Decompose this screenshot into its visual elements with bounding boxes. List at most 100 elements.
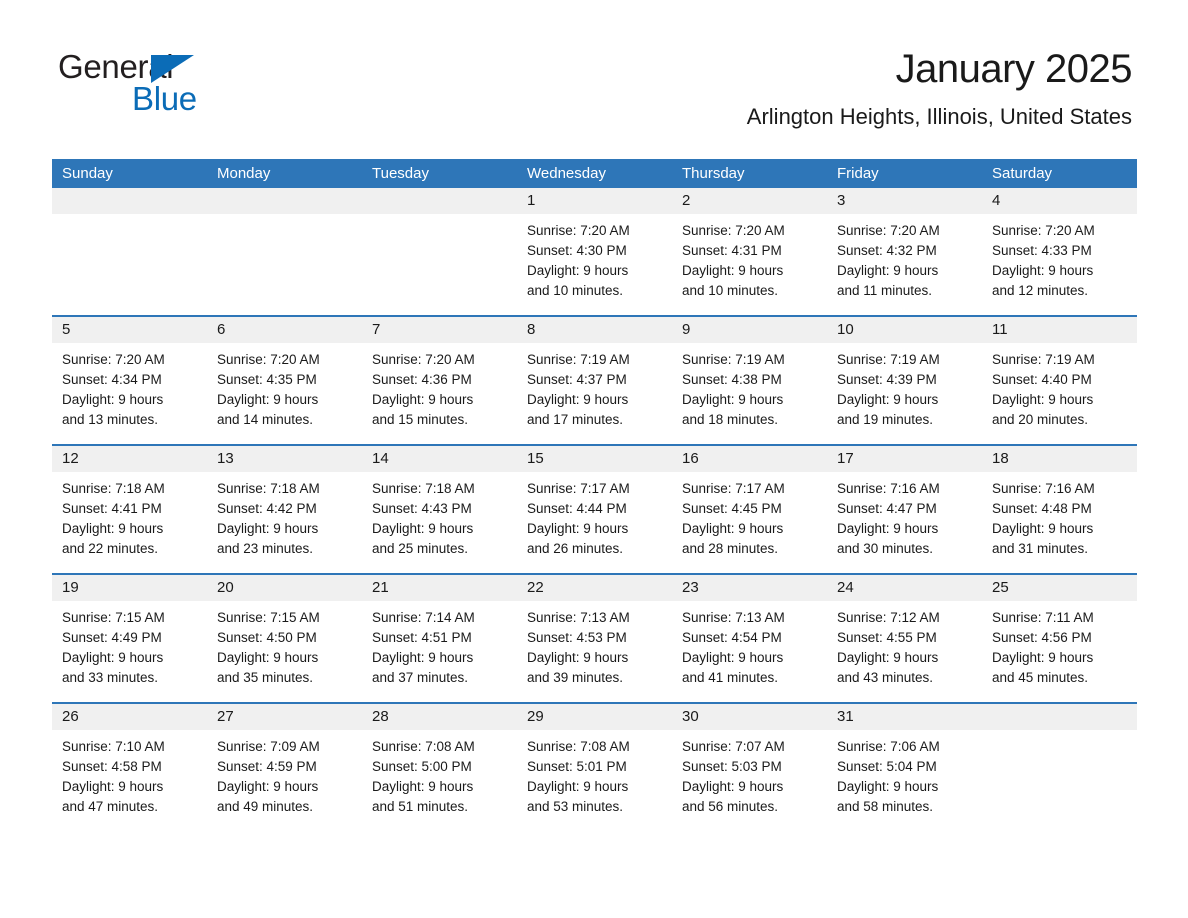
day-number[interactable]: 22 xyxy=(517,575,672,601)
day-cell[interactable]: Sunrise: 7:19 AM Sunset: 4:39 PM Daylight:… xyxy=(827,343,982,444)
day-cell[interactable]: Sunrise: 7:10 AM Sunset: 4:58 PM Daylight:… xyxy=(52,730,207,831)
day-number[interactable]: 24 xyxy=(827,575,982,601)
day-number[interactable]: 31 xyxy=(827,704,982,730)
day-detail-line: Daylight: 9 hours xyxy=(217,521,319,536)
day-number[interactable]: 9 xyxy=(672,317,827,343)
day-cell[interactable]: Sunrise: 7:12 AM Sunset: 4:55 PM Daylight:… xyxy=(827,601,982,702)
day-cell[interactable]: Sunrise: 7:13 AM Sunset: 4:54 PM Daylight:… xyxy=(672,601,827,702)
day-number[interactable]: 15 xyxy=(517,446,672,472)
day-detail-line: Sunset: 4:33 PM xyxy=(992,243,1092,258)
day-number[interactable]: 28 xyxy=(362,704,517,730)
day-detail-line: and 12 minutes. xyxy=(992,283,1089,298)
general-blue-logo[interactable]: General Blue xyxy=(58,50,318,120)
day-cell[interactable]: Sunrise: 7:20 AM Sunset: 4:32 PM Daylight:… xyxy=(827,214,982,315)
day-detail-line: Daylight: 9 hours xyxy=(682,521,784,536)
day-number[interactable]: 6 xyxy=(207,317,362,343)
day-cell[interactable]: Sunrise: 7:18 AM Sunset: 4:43 PM Daylight:… xyxy=(362,472,517,573)
day-number[interactable]: 7 xyxy=(362,317,517,343)
day-detail-line: Sunrise: 7:20 AM xyxy=(372,352,475,367)
day-detail-line: Sunrise: 7:18 AM xyxy=(217,481,320,496)
day-detail-line: and 14 minutes. xyxy=(217,412,314,427)
day-detail-line: Sunrise: 7:17 AM xyxy=(527,481,630,496)
calendar-page: General Blue January 2025 Arlington Heig… xyxy=(0,0,1188,918)
weekday-header-saturday: Saturday xyxy=(992,165,1053,182)
day-detail-line: and 45 minutes. xyxy=(992,670,1089,685)
day-detail-band: Sunrise: 7:15 AM Sunset: 4:49 PM Daylight:… xyxy=(52,601,1137,702)
day-detail-line: Sunrise: 7:18 AM xyxy=(62,481,165,496)
day-cell[interactable]: Sunrise: 7:19 AM Sunset: 4:38 PM Daylight:… xyxy=(672,343,827,444)
day-detail-line: Sunset: 4:56 PM xyxy=(992,630,1092,645)
day-number[interactable]: 29 xyxy=(517,704,672,730)
day-number[interactable]: 8 xyxy=(517,317,672,343)
day-number[interactable]: 20 xyxy=(207,575,362,601)
day-cell[interactable]: Sunrise: 7:18 AM Sunset: 4:42 PM Daylight:… xyxy=(207,472,362,573)
day-number[interactable]: 17 xyxy=(827,446,982,472)
day-detail-line: Daylight: 9 hours xyxy=(62,779,164,794)
day-detail-line: Daylight: 9 hours xyxy=(682,392,784,407)
day-cell[interactable]: Sunrise: 7:07 AM Sunset: 5:03 PM Daylight:… xyxy=(672,730,827,831)
day-cell[interactable]: Sunrise: 7:15 AM Sunset: 4:50 PM Daylight:… xyxy=(207,601,362,702)
day-number[interactable]: 27 xyxy=(207,704,362,730)
day-number[interactable]: 19 xyxy=(52,575,207,601)
day-detail-line: Daylight: 9 hours xyxy=(682,650,784,665)
day-number[interactable]: 30 xyxy=(672,704,827,730)
day-number[interactable]: 13 xyxy=(207,446,362,472)
day-number[interactable]: 21 xyxy=(362,575,517,601)
day-number[interactable]: 18 xyxy=(982,446,1137,472)
day-cell[interactable]: Sunrise: 7:17 AM Sunset: 4:44 PM Daylight:… xyxy=(517,472,672,573)
empty-day-number xyxy=(362,188,517,214)
day-cell[interactable]: Sunrise: 7:09 AM Sunset: 4:59 PM Daylight:… xyxy=(207,730,362,831)
day-number[interactable]: 16 xyxy=(672,446,827,472)
day-cell[interactable]: Sunrise: 7:20 AM Sunset: 4:34 PM Daylight:… xyxy=(52,343,207,444)
day-number[interactable]: 25 xyxy=(982,575,1137,601)
day-detail-line: Sunset: 4:36 PM xyxy=(372,372,472,387)
day-cell[interactable]: Sunrise: 7:17 AM Sunset: 4:45 PM Daylight:… xyxy=(672,472,827,573)
day-detail-line: Sunset: 5:04 PM xyxy=(837,759,937,774)
day-cell[interactable]: Sunrise: 7:08 AM Sunset: 5:00 PM Daylight:… xyxy=(362,730,517,831)
day-cell[interactable]: Sunrise: 7:20 AM Sunset: 4:35 PM Daylight:… xyxy=(207,343,362,444)
day-cell[interactable]: Sunrise: 7:11 AM Sunset: 4:56 PM Daylight:… xyxy=(982,601,1137,702)
day-cell[interactable]: Sunrise: 7:16 AM Sunset: 4:48 PM Daylight:… xyxy=(982,472,1137,573)
day-cell[interactable]: Sunrise: 7:20 AM Sunset: 4:33 PM Daylight:… xyxy=(982,214,1137,315)
day-detail-line: Daylight: 9 hours xyxy=(527,521,629,536)
day-cell[interactable]: Sunrise: 7:06 AM Sunset: 5:04 PM Daylight:… xyxy=(827,730,982,831)
day-detail-line: Daylight: 9 hours xyxy=(992,521,1094,536)
day-detail-line: Sunset: 4:34 PM xyxy=(62,372,162,387)
page-title: January 2025 xyxy=(895,47,1133,91)
day-cell[interactable]: Sunrise: 7:20 AM Sunset: 4:36 PM Daylight:… xyxy=(362,343,517,444)
day-number[interactable]: 23 xyxy=(672,575,827,601)
day-cell[interactable]: Sunrise: 7:19 AM Sunset: 4:37 PM Daylight:… xyxy=(517,343,672,444)
weekday-header-friday: Friday xyxy=(837,165,879,182)
day-cell[interactable]: Sunrise: 7:19 AM Sunset: 4:40 PM Daylight:… xyxy=(982,343,1137,444)
day-cell[interactable]: Sunrise: 7:20 AM Sunset: 4:30 PM Daylight:… xyxy=(517,214,672,315)
day-number[interactable]: 12 xyxy=(52,446,207,472)
day-cell[interactable]: Sunrise: 7:15 AM Sunset: 4:49 PM Daylight:… xyxy=(52,601,207,702)
day-detail-line: Sunrise: 7:20 AM xyxy=(682,223,785,238)
day-cell[interactable]: Sunrise: 7:14 AM Sunset: 4:51 PM Daylight:… xyxy=(362,601,517,702)
day-number[interactable]: 3 xyxy=(827,188,982,214)
day-cell[interactable]: Sunrise: 7:13 AM Sunset: 4:53 PM Daylight:… xyxy=(517,601,672,702)
day-detail-line: Daylight: 9 hours xyxy=(62,650,164,665)
day-number[interactable]: 14 xyxy=(362,446,517,472)
day-number[interactable]: 10 xyxy=(827,317,982,343)
day-detail-line: Sunset: 4:48 PM xyxy=(992,501,1092,516)
day-number[interactable]: 5 xyxy=(52,317,207,343)
day-number[interactable]: 2 xyxy=(672,188,827,214)
weekday-header-row: Sunday Monday Tuesday Wednesday Thursday Frid… xyxy=(52,159,1137,188)
calendar-week-row: 1 2 3 4 Sunrise: 7:20 AM Sunset: 4:30 PM Dayli… xyxy=(52,188,1137,315)
day-detail-line: Sunset: 4:31 PM xyxy=(682,243,782,258)
day-detail-line: Sunset: 4:59 PM xyxy=(217,759,317,774)
day-detail-line: and 39 minutes. xyxy=(527,670,624,685)
day-number[interactable]: 26 xyxy=(52,704,207,730)
day-number[interactable]: 11 xyxy=(982,317,1137,343)
day-detail-line: Sunset: 5:00 PM xyxy=(372,759,472,774)
day-detail-line: Sunrise: 7:08 AM xyxy=(372,739,475,754)
day-detail-line: and 17 minutes. xyxy=(527,412,624,427)
day-number[interactable]: 4 xyxy=(982,188,1137,214)
day-cell[interactable]: Sunrise: 7:16 AM Sunset: 4:47 PM Daylight:… xyxy=(827,472,982,573)
day-cell[interactable]: Sunrise: 7:20 AM Sunset: 4:31 PM Daylight:… xyxy=(672,214,827,315)
day-number[interactable]: 1 xyxy=(517,188,672,214)
day-cell[interactable]: Sunrise: 7:08 AM Sunset: 5:01 PM Daylight:… xyxy=(517,730,672,831)
day-number-band: 5 6 7 8 9 10 11 xyxy=(52,317,1137,343)
day-cell[interactable]: Sunrise: 7:18 AM Sunset: 4:41 PM Daylight:… xyxy=(52,472,207,573)
